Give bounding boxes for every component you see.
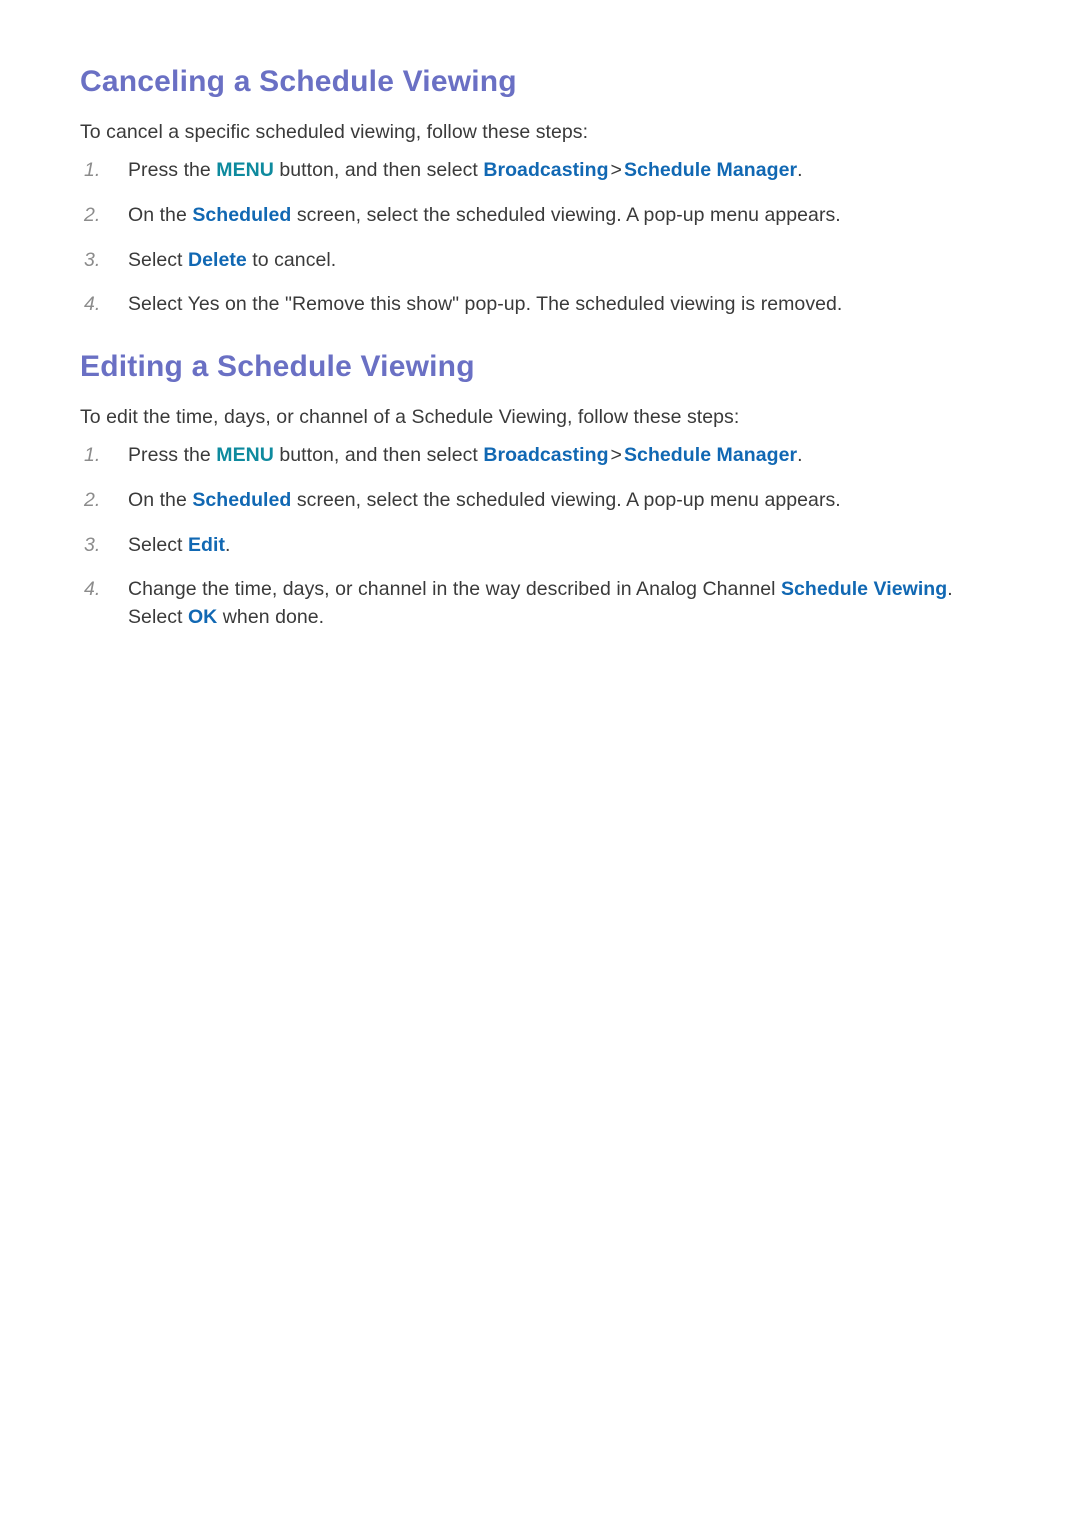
step-text: Select <box>128 533 188 556</box>
step-text: Press the <box>128 159 217 182</box>
step-text: Select Yes on the "Remove this show" pop… <box>128 293 843 316</box>
keyword-link[interactable]: Scheduled <box>192 204 291 226</box>
step-text: screen, select the scheduled viewing. A … <box>291 489 841 511</box>
list-item: 3. Select Delete to cancel. <box>80 247 1000 275</box>
list-item: 3. Select Edit. <box>80 532 1000 560</box>
document-page: Canceling a Schedule Viewing To cancel a… <box>0 0 1080 1527</box>
list-item: 2. On the Scheduled screen, select the sc… <box>80 202 1000 230</box>
keyword-link[interactable]: Schedule Viewing <box>781 578 947 600</box>
step-text: screen, select the scheduled viewing. A … <box>291 204 841 226</box>
section-editing-a-schedule-viewing: Editing a Schedule Viewing To edit the t… <box>80 347 1000 632</box>
steps-list-editing: 1. Press the MENU button, and then select… <box>80 442 1000 631</box>
step-text: Change the time, days, or channel in the… <box>128 578 781 601</box>
step-text: button, and then select <box>273 444 484 467</box>
intro-paragraph-editing: To edit the time, days, or channel of a … <box>80 406 740 428</box>
steps-list-canceling: 1. Press the MENU button, and then select… <box>80 157 1000 319</box>
step-text: Press the <box>128 444 217 467</box>
list-item: 4. Select Yes on the "Remove this show" p… <box>80 291 1000 319</box>
list-item: 1. Press the MENU button, and then select… <box>80 442 1000 470</box>
page-title-canceling: Canceling a Schedule Viewing <box>80 65 517 98</box>
keyword-link[interactable]: OK <box>188 606 217 628</box>
step-text: . <box>797 444 803 467</box>
list-item: 1. Press the MENU button, and then select… <box>80 157 1000 185</box>
list-item: 2. On the Scheduled screen, select the sc… <box>80 487 1000 515</box>
list-item: 4. Change the time, days, or channel in t… <box>80 576 1000 631</box>
keyword-link[interactable]: Schedule Manager <box>624 159 797 181</box>
keyword-separator: > <box>610 159 622 182</box>
step-text: Select <box>128 248 188 271</box>
step-text: On the <box>128 489 193 511</box>
keyword-link[interactable]: Delete <box>188 249 247 271</box>
step-text: On the <box>128 204 193 226</box>
keyword-link[interactable]: Scheduled <box>192 489 291 511</box>
keyword-menu[interactable]: MENU <box>216 444 274 466</box>
intro-paragraph-canceling: To cancel a specific scheduled viewing, … <box>80 121 589 143</box>
keyword-menu[interactable]: MENU <box>216 159 274 181</box>
step-text: button, and then select <box>273 159 484 182</box>
step-number: 3. <box>84 533 101 556</box>
keyword-link[interactable]: Broadcasting <box>483 444 608 466</box>
step-number: 4. <box>84 578 101 601</box>
page-title-editing: Editing a Schedule Viewing <box>80 350 475 383</box>
keyword-link[interactable]: Edit <box>188 534 225 556</box>
keyword-link[interactable]: Broadcasting <box>483 159 608 181</box>
step-number: 2. <box>84 204 101 226</box>
keyword-link[interactable]: Schedule Manager <box>624 444 797 466</box>
step-text: . <box>225 533 231 556</box>
step-number: 1. <box>84 159 101 182</box>
keyword-separator: > <box>610 444 622 467</box>
section-canceling-a-schedule-viewing: Canceling a Schedule Viewing To cancel a… <box>80 62 1000 319</box>
step-text: when done. <box>217 606 325 629</box>
step-number: 1. <box>84 444 101 467</box>
step-number: 4. <box>84 293 101 316</box>
step-number: 2. <box>84 489 101 511</box>
step-number: 3. <box>84 248 101 271</box>
step-text: to cancel. <box>246 248 337 271</box>
step-text: . <box>797 159 803 182</box>
